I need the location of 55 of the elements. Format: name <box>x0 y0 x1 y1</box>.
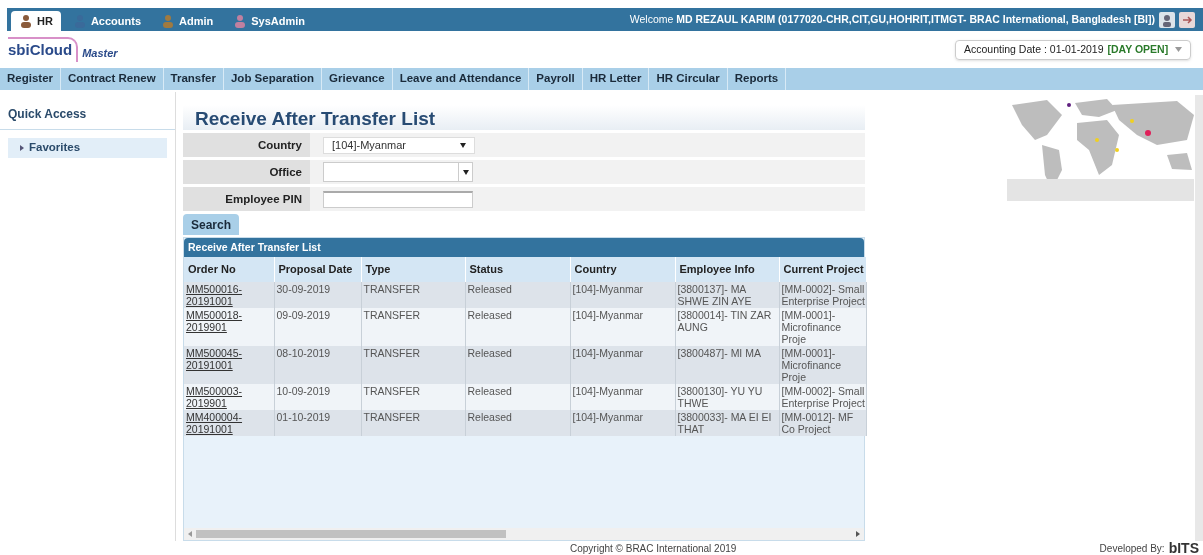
table-cell: [104]-Myanmar <box>570 410 675 436</box>
menu-item[interactable]: Leave and Attendance <box>392 68 530 90</box>
field-label: Employee PIN <box>183 187 310 211</box>
module-tab[interactable]: HR <box>11 11 61 31</box>
developer-logo: bITS <box>1168 541 1199 555</box>
menu-item[interactable]: Grievance <box>322 68 393 90</box>
user-icon <box>233 14 248 28</box>
day-status: [DAY OPEN] <box>1107 41 1169 57</box>
accounting-date-box[interactable]: Accounting Date : 01-01-2019 [DAY OPEN] <box>955 39 1191 60</box>
field-label: Office <box>183 160 310 184</box>
sidebar-title: Quick Access <box>0 92 175 130</box>
copyright-text: Copyright © BRAC International 2019 <box>570 541 737 555</box>
caret-icon <box>20 145 25 151</box>
search-button[interactable]: Search <box>183 214 239 235</box>
menu-item[interactable]: HR Letter <box>582 68 650 90</box>
table-cell: [3800033]- MA EI EI THAT <box>675 410 779 436</box>
table-title: Receive After Transfer List <box>184 238 864 257</box>
table-cell: Released <box>465 410 570 436</box>
user-icon <box>19 14 33 28</box>
logo-edition: Master <box>82 46 118 62</box>
module-tab[interactable]: SysAdmin <box>225 11 314 31</box>
scroll-left-icon <box>188 531 192 537</box>
module-tab[interactable]: Accounts <box>64 11 149 31</box>
employee-pin-field[interactable] <box>323 190 473 208</box>
table-cell: TRANSFER <box>361 410 465 436</box>
scroll-right-icon <box>856 531 860 537</box>
menu-item[interactable]: Payroll <box>529 68 583 90</box>
sidebar-item[interactable]: Favorites <box>8 138 167 158</box>
menu-item[interactable]: Register <box>0 68 62 90</box>
scrollbar-thumb[interactable] <box>196 530 506 538</box>
user-icon <box>161 14 175 28</box>
field-label: Country <box>183 133 310 157</box>
developed-by-text: Developed By: <box>1099 541 1165 555</box>
table-cell: 01-10-2019 <box>274 410 361 436</box>
menu-item[interactable]: HR Circular <box>649 68 728 90</box>
country-select[interactable]: [104]-Myanmar <box>323 136 475 154</box>
dropdown-icon <box>462 169 469 175</box>
horizontal-scrollbar[interactable] <box>184 528 864 540</box>
order-link[interactable]: MM400004-20191001 <box>184 410 274 436</box>
menu-item[interactable]: Transfer <box>163 68 224 90</box>
office-combo[interactable] <box>323 162 473 182</box>
menu-item[interactable]: Job Separation <box>223 68 323 90</box>
dropdown-icon <box>1175 47 1182 52</box>
vertical-scrollbar[interactable] <box>1195 95 1203 541</box>
table-cell: [MM-0012]- MF Co Project <box>779 410 866 436</box>
accounting-date: Accounting Date : 01-01-2019 <box>964 41 1104 57</box>
profile-icon[interactable] <box>1159 11 1175 28</box>
welcome-text: Welcome MD REZAUL KARIM (0177020-CHR,CIT,GU,HOHRIT,ITMGT- BRAC International, Bangladesh [BI]) <box>629 11 1155 27</box>
menu-item[interactable]: Reports <box>727 68 787 90</box>
dropdown-icon <box>460 142 466 148</box>
logo: sbiCloud <box>8 37 79 62</box>
logout-icon[interactable] <box>1179 11 1195 28</box>
module-tab[interactable]: Admin <box>153 11 222 31</box>
menu-item[interactable]: Contract Renew <box>61 68 164 90</box>
page-title: Receive After Transfer List <box>183 105 865 130</box>
